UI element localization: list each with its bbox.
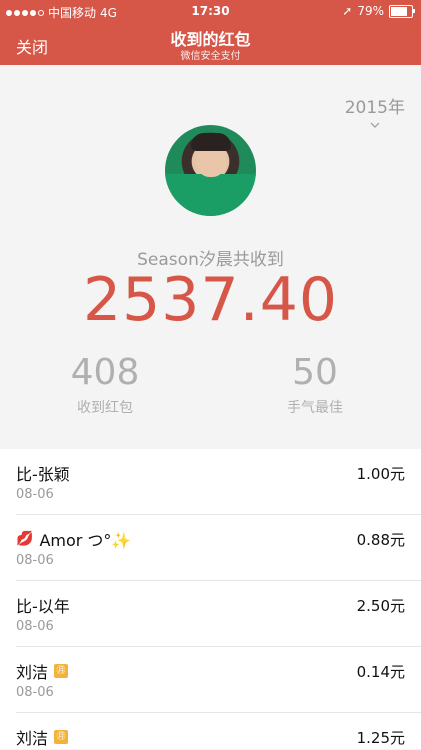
best-luck-value: 50 (292, 352, 338, 393)
sender-name: 刘洁 ㊊ (16, 725, 69, 749)
best-luck-label: 手气最佳 (287, 400, 343, 416)
sender-name: 刘洁 ㊊ (16, 659, 69, 683)
sender-name: 💋 Amor つ°✨ (16, 531, 132, 550)
year-selector[interactable]: 2015年 (345, 93, 405, 130)
stat-received-count: 408 收到红包 (35, 352, 175, 417)
red-packet-list: 比-张颖 08-06 1.00元 💋 Amor つ°✨ 08-06 0.88元 … (0, 449, 421, 749)
list-item[interactable]: 比-以年 08-06 2.50元 (16, 581, 421, 647)
received-amount: 2537.40 (82, 265, 339, 335)
item-date: 08-06 (16, 487, 54, 502)
list-item[interactable]: 比-张颖 08-06 1.00元 (16, 449, 421, 515)
year-label: 2015年 (344, 98, 405, 118)
stat-best-luck: 50 手气最佳 (245, 352, 385, 417)
item-amount: 1.00元 (356, 465, 405, 483)
kiss-icon: 💋 (16, 531, 34, 547)
list-item[interactable]: 💋 Amor つ°✨ 08-06 0.88元 (16, 515, 421, 581)
best-luck-tag-icon: ㊊ (54, 664, 69, 678)
item-date: 08-06 (16, 685, 54, 700)
status-bar: 中国移动 4G 17:30 ➚ 79% (0, 0, 421, 22)
item-date: 08-06 (16, 553, 54, 568)
sender-name: 比-以年 (16, 597, 70, 616)
received-count-label: 收到红包 (77, 400, 133, 416)
sender-name: 比-张颖 (16, 465, 70, 484)
chevron-down-icon (370, 122, 380, 128)
item-date: 08-06 (16, 619, 54, 634)
best-luck-tag-icon: ㊊ (54, 730, 69, 744)
page-subtitle: 微信安全支付 (180, 51, 241, 62)
item-amount: 0.14元 (356, 663, 405, 681)
item-amount: 1.25元 (356, 729, 405, 747)
received-count-value: 408 (70, 352, 140, 393)
list-item[interactable]: 刘洁 ㊊ 08-06 0.14元 (16, 647, 421, 713)
battery-percentage: 79% (357, 4, 384, 18)
battery-icon (389, 4, 415, 18)
summary-section: 2015年 Season汐晨共收到 2537.40 408 收到红包 50 手气… (0, 65, 421, 449)
item-amount: 0.88元 (356, 531, 405, 549)
location-arrow-icon: ➚ (342, 4, 353, 18)
list-item[interactable]: 刘洁 ㊊ 1.25元 (16, 713, 421, 749)
nav-bar: 关闭 收到的红包 微信安全支付 (0, 22, 421, 65)
avatar (165, 125, 256, 216)
status-right: ➚ 79% (342, 4, 415, 18)
item-amount: 2.50元 (356, 597, 405, 615)
